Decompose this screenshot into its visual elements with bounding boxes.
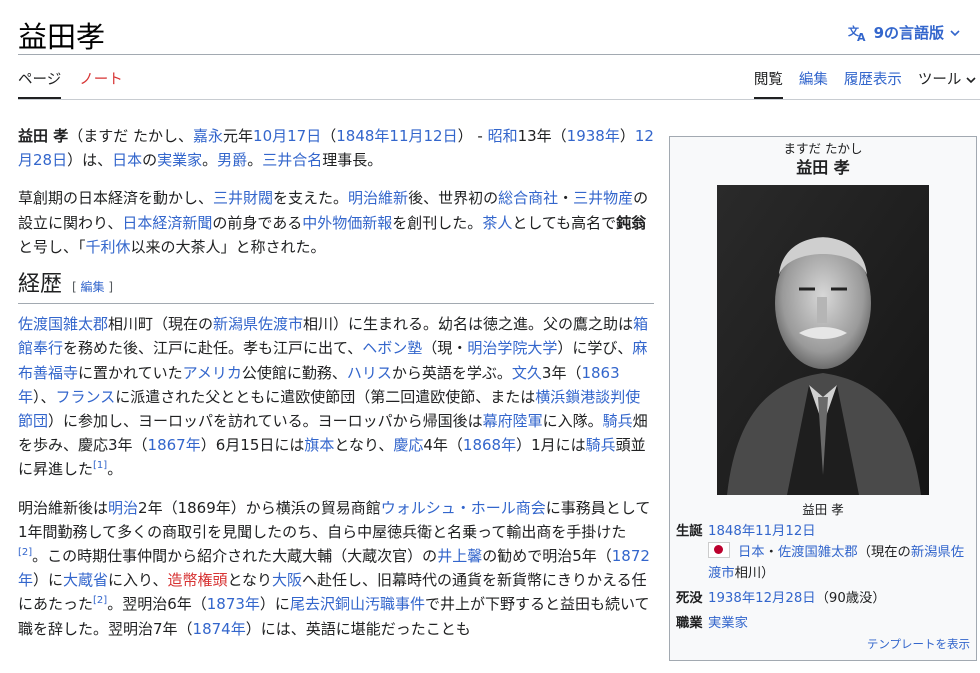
tab-note[interactable]: ノート — [79, 68, 123, 99]
infobox-row-born: 生誕 1848年11月12日 日本・佐渡国雑太郡（現在の新潟県佐渡市相川） — [676, 521, 970, 584]
died-age: （90歳没） — [815, 591, 886, 606]
died-label: 死没 — [676, 591, 703, 606]
infobox-row-job: 職業 実業家 — [676, 613, 970, 634]
infobox-name: 益田 孝 — [796, 158, 850, 177]
svg-text:A: A — [857, 31, 866, 42]
infobox-rows: 生誕 1848年11月12日 日本・佐渡国雑太郡（現在の新潟県佐渡市相川） 死没… — [676, 521, 970, 638]
tab-edit[interactable]: 編集 — [799, 68, 828, 99]
infobox-row-died: 死没 1938年12月28日（90歳没） — [676, 588, 970, 609]
translate-icon: 文 A — [848, 24, 866, 42]
namespace-tabs: ページ ノート — [18, 68, 123, 99]
tab-page[interactable]: ページ — [18, 68, 62, 99]
born-country-link[interactable]: 日本 — [738, 545, 765, 560]
job-link[interactable]: 実業家 — [708, 616, 748, 631]
portrait-caption: 益田 孝 — [802, 502, 844, 517]
japan-flag-icon — [708, 542, 730, 558]
chevron-down-icon — [966, 77, 976, 84]
tab-history[interactable]: 履歴表示 — [844, 68, 902, 99]
tab-read[interactable]: 閲覧 — [753, 68, 783, 99]
born-date-link[interactable]: 1848年11月12日 — [708, 524, 816, 539]
language-button[interactable]: 文 A 9の言語版 — [848, 22, 960, 43]
born-value: 1848年11月12日 日本・佐渡国雑太郡（現在の新潟県佐渡市相川） — [708, 524, 965, 581]
infobox-name-kana: ますだ たかし — [783, 141, 863, 156]
portrait-photo[interactable] — [717, 185, 929, 495]
summary-paragraph: 草創期の日本経済を動かし、三井財閥を支えた。明治維新後、世界初の総合商社・三井物… — [18, 189, 649, 256]
section-edit-link[interactable]: [ 編集 ] — [72, 275, 113, 299]
article-body: 益田 孝（ますだ たかし、嘉永元年10月17日（1848年11月12日） - 昭… — [18, 124, 654, 655]
section-heading: 経歴 [ 編集 ] — [18, 272, 654, 305]
show-template-link[interactable]: テンプレートを表示 — [867, 636, 970, 652]
language-label: 9の言語版 — [873, 24, 944, 42]
intro-paragraph: 益田 孝（ますだ たかし、嘉永元年10月17日（1848年11月12日） - 昭… — [18, 127, 654, 170]
tools-label: ツール — [917, 72, 962, 88]
title-divider — [18, 54, 980, 55]
section-heading-text: 経歴 — [18, 272, 63, 298]
view-tabs: 閲覧 編集 履歴表示 ツール — [753, 68, 976, 99]
born-label: 生誕 — [676, 524, 703, 539]
born-place-link[interactable]: 佐渡国雑太郡 — [778, 545, 858, 560]
career-paragraph-1: 佐渡国雑太郡相川町（現在の新潟県佐渡市相川）に生まれる。幼名は徳之進。父の鷹之助… — [18, 315, 649, 479]
chevron-down-icon — [950, 29, 960, 36]
job-label: 職業 — [676, 616, 703, 631]
born-now-suffix: 相川） — [734, 566, 775, 581]
died-value: 1938年12月28日（90歳没） — [708, 588, 970, 609]
tools-menu[interactable]: ツール — [918, 68, 976, 99]
page-title: 益田孝 — [18, 20, 106, 54]
born-now-prefix: （現在の — [857, 545, 911, 560]
infobox: ますだ たかし 益田 孝 益田 孝 生誕 1848年11月12日 日本・佐渡国雑… — [669, 136, 977, 661]
died-date-link[interactable]: 1938年12月28日 — [708, 591, 816, 606]
career-paragraph-2: 明治維新後は明治2年（1869年）から横浜の貿易商館ウォルシュ・ホール商会に事務… — [18, 498, 651, 638]
job-value: 実業家 — [708, 613, 970, 634]
tabs-divider — [18, 99, 980, 100]
section-edit-label[interactable]: 編集 — [81, 280, 105, 294]
